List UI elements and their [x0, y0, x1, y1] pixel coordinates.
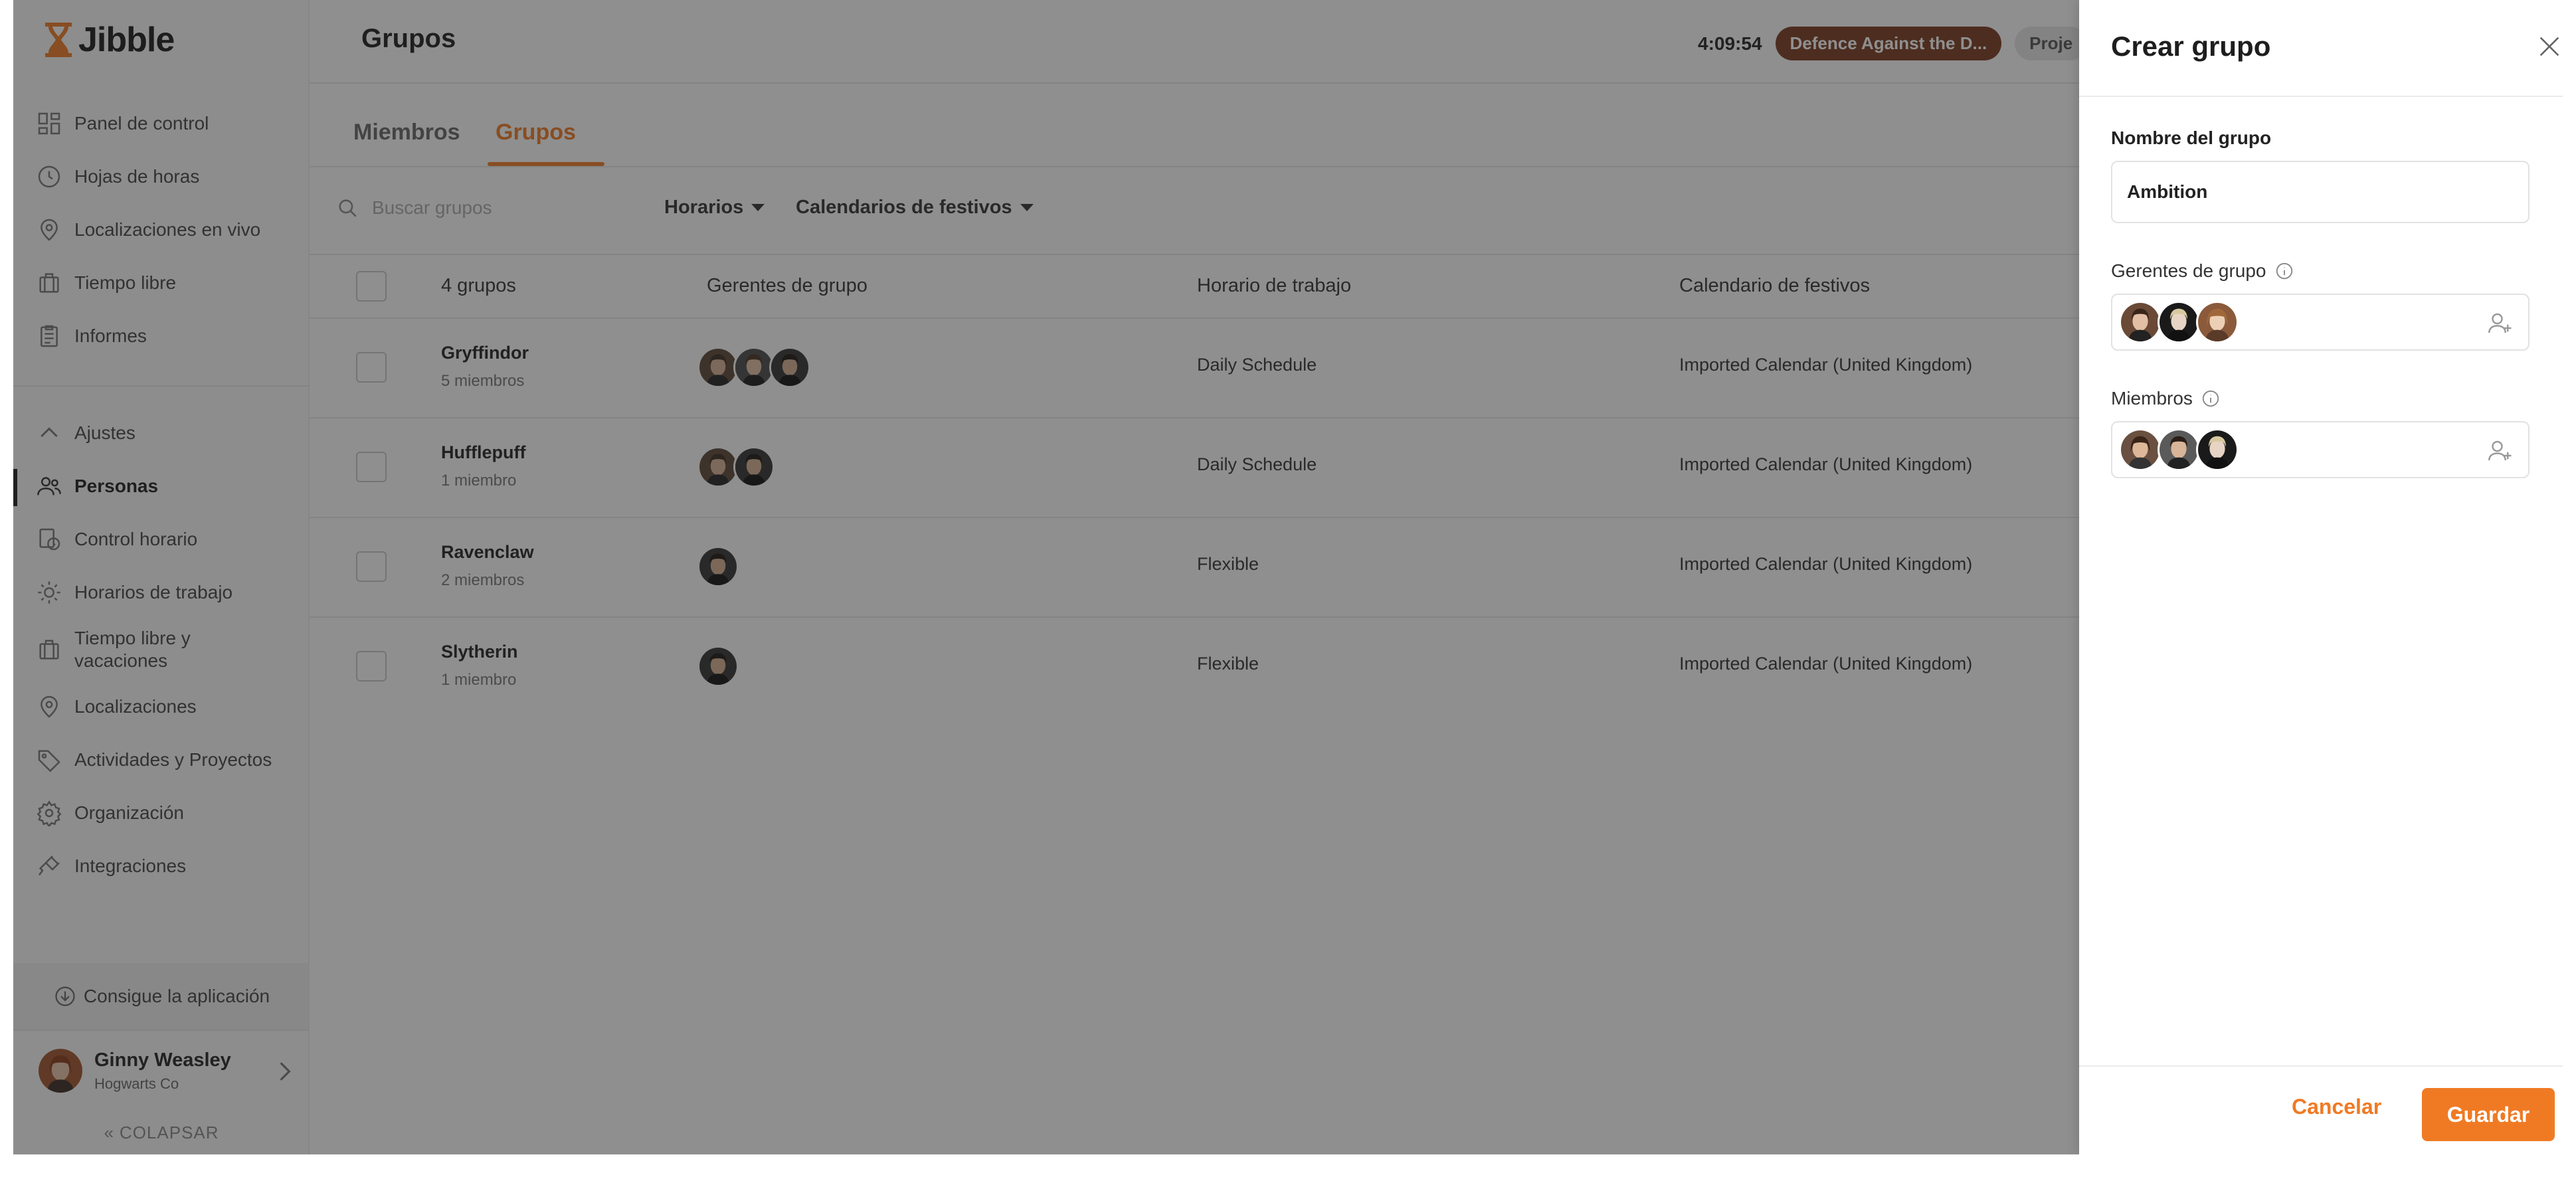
label-text: Gerentes de grupo — [2111, 260, 2266, 281]
close-icon[interactable] — [2536, 33, 2563, 60]
add-user-icon[interactable] — [2486, 437, 2514, 465]
info-icon[interactable] — [2274, 261, 2294, 281]
members-label: Miembros — [2111, 388, 2221, 409]
group-managers-field[interactable] — [2111, 294, 2530, 351]
add-user-icon[interactable] — [2486, 310, 2514, 337]
group-name-label: Nombre del grupo — [2111, 128, 2272, 148]
info-icon[interactable] — [2201, 389, 2221, 409]
drawer-footer-divider — [2079, 1065, 2563, 1067]
save-button[interactable]: Guardar — [2422, 1088, 2555, 1141]
drawer-title: Crear grupo — [2111, 31, 2271, 62]
group-managers-label: Gerentes de grupo — [2111, 260, 2294, 282]
members-field[interactable] — [2111, 421, 2530, 478]
cancel-button[interactable]: Cancelar — [2292, 1095, 2381, 1119]
avatar — [2119, 301, 2162, 343]
avatar — [2158, 428, 2200, 471]
group-name-input[interactable] — [2111, 161, 2530, 223]
app-window: Jibble Panel de control Hojas de horas L… — [13, 0, 2563, 1154]
avatar — [2196, 428, 2239, 471]
create-group-drawer: Crear grupo Nombre del grupo Gerentes de… — [2079, 0, 2563, 1154]
avatar — [2119, 428, 2162, 471]
drawer-header-divider — [2079, 96, 2563, 97]
label-text: Miembros — [2111, 388, 2193, 409]
avatar — [2196, 301, 2239, 343]
avatar — [2158, 301, 2200, 343]
modal-overlay[interactable] — [13, 0, 2079, 1154]
